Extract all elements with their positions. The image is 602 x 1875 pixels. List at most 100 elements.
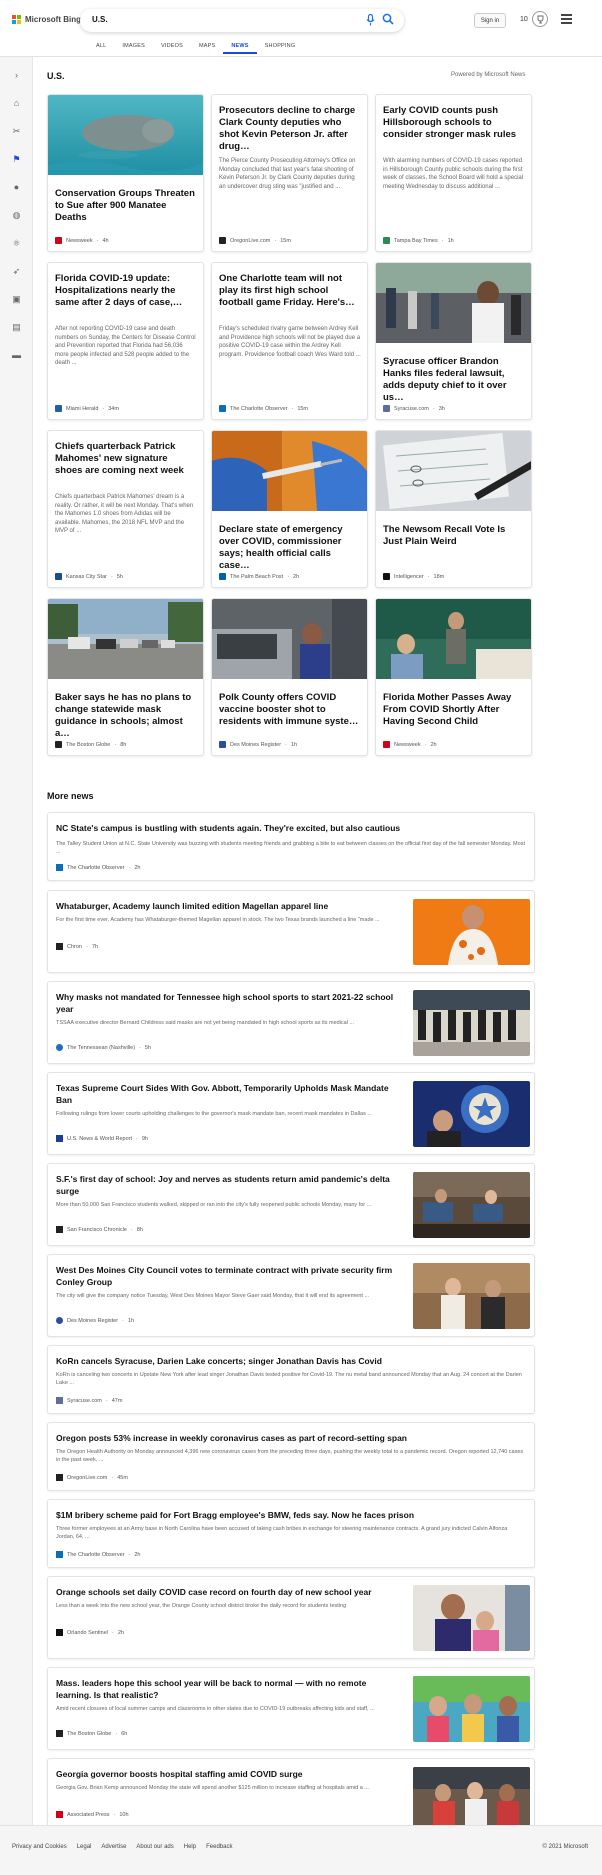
card-title[interactable]: One Charlotte team will not play its fir…	[219, 273, 361, 309]
news-row[interactable]: Whataburger, Academy launch limited edit…	[47, 890, 535, 973]
tab-videos[interactable]: VIDEOS	[153, 42, 191, 54]
news-card[interactable]: Polk County offers COVID vaccine booster…	[211, 598, 368, 756]
card-source: The Boston Globe · 8h	[55, 741, 126, 748]
us-flag-icon[interactable]: ⚑	[10, 153, 23, 166]
kids-masks-photo	[413, 1676, 530, 1742]
globe-icon[interactable]: ◍	[10, 209, 23, 222]
news-row[interactable]: Why masks not mandated for Tennessee hig…	[47, 981, 535, 1064]
row-title[interactable]: KoRn cancels Syracuse, Darien Lake conce…	[56, 1355, 526, 1367]
tab-maps[interactable]: MAPS	[191, 42, 223, 54]
collapse-arrow-icon[interactable]: ›	[10, 69, 23, 82]
rewards-trophy-icon[interactable]	[532, 11, 548, 27]
source-favicon	[219, 573, 226, 580]
news-card[interactable]: Early COVID counts push Hillsborough sch…	[375, 94, 532, 252]
tab-images[interactable]: IMAGES	[114, 42, 153, 54]
news-row[interactable]: Mass. leaders hope this school year will…	[47, 1667, 535, 1750]
cars-line-photo	[48, 599, 203, 679]
source-favicon	[56, 1730, 63, 1737]
row-title[interactable]: Georgia governor boosts hospital staffin…	[56, 1768, 401, 1780]
footer-link-advertise[interactable]: Advertise	[101, 1844, 126, 1850]
news-card[interactable]: Conservation Groups Threaten to Sue afte…	[47, 94, 204, 252]
row-source: The Charlotte Observer · 2h	[56, 1551, 140, 1558]
sign-in-button[interactable]: Sign in	[474, 13, 506, 28]
card-snippet: With alarming numbers of COVID-19 cases …	[383, 158, 524, 190]
row-title[interactable]: Whataburger, Academy launch limited edit…	[56, 900, 401, 912]
classroom-photo	[376, 599, 531, 679]
news-row[interactable]: S.F.'s first day of school: Joy and nerv…	[47, 1163, 535, 1246]
news-card[interactable]: Prosecutors decline to charge Clark Coun…	[211, 94, 368, 252]
card-title[interactable]: Syracuse officer Brandon Hanks files fed…	[383, 356, 525, 404]
news-row[interactable]: $1M bribery scheme paid for Fort Bragg e…	[47, 1499, 535, 1568]
card-title[interactable]: Florida Mother Passes Away From COVID Sh…	[383, 692, 525, 728]
footer-link-legal[interactable]: Legal	[77, 1844, 92, 1850]
card-title[interactable]: Early COVID counts push Hillsborough sch…	[383, 105, 525, 141]
news-card[interactable]: The Newsom Recall Vote Is Just Plain Wei…	[375, 430, 532, 588]
card-title[interactable]: Chiefs quarterback Patrick Mahomes' new …	[55, 441, 197, 477]
rewards-points[interactable]: 10	[520, 16, 528, 23]
business-icon[interactable]: ▤	[10, 321, 23, 334]
footer-link-help[interactable]: Help	[184, 1844, 196, 1850]
search-input[interactable]: U.S.	[92, 15, 108, 24]
tab-shopping[interactable]: SHOPPING	[257, 42, 304, 54]
row-title[interactable]: NC State's campus is bustling with stude…	[56, 822, 526, 834]
copyright: © 2021 Microsoft	[542, 1844, 588, 1850]
row-title[interactable]: Texas Supreme Court Sides With Gov. Abbo…	[56, 1082, 401, 1106]
rocket-icon[interactable]: ➶	[10, 265, 23, 278]
entertainment-icon[interactable]: ▣	[10, 293, 23, 306]
source-favicon	[383, 741, 390, 748]
row-title[interactable]: West Des Moines City Council votes to te…	[56, 1264, 401, 1288]
source-favicon	[56, 943, 63, 950]
row-snippet: The Oregon Health Authority on Monday an…	[56, 1449, 524, 1463]
news-card[interactable]: Syracuse officer Brandon Hanks files fed…	[375, 262, 532, 420]
news-row[interactable]: Texas Supreme Court Sides With Gov. Abbo…	[47, 1072, 535, 1155]
news-row[interactable]: NC State's campus is bustling with stude…	[47, 812, 535, 881]
news-row[interactable]: West Des Moines City Council votes to te…	[47, 1254, 535, 1337]
money-icon[interactable]: ▬	[10, 349, 23, 362]
source-favicon	[56, 1135, 63, 1142]
card-title[interactable]: Florida COVID-19 update: Hospitalization…	[55, 273, 197, 309]
powered-by-label[interactable]: Powered by Microsoft News	[451, 72, 525, 78]
footer-link-feedback[interactable]: Feedback	[206, 1844, 232, 1850]
card-snippet: The Pierce County Prosecuting Attorney's…	[219, 158, 356, 190]
tools-icon[interactable]: ✂	[10, 125, 23, 138]
tab-news[interactable]: NEWS	[223, 42, 257, 54]
card-title[interactable]: Declare state of emergency over COVID, c…	[219, 524, 361, 572]
home-icon[interactable]: ⌂	[10, 97, 23, 110]
news-card[interactable]: Baker says he has no plans to change sta…	[47, 598, 204, 756]
news-card[interactable]: Declare state of emergency over COVID, c…	[211, 430, 368, 588]
row-source: OregonLive.com · 45m	[56, 1474, 128, 1481]
news-row[interactable]: Orange schools set daily COVID case reco…	[47, 1576, 535, 1659]
row-snippet: KoRn is canceling two concerts in Upstat…	[56, 1372, 522, 1386]
card-title[interactable]: Polk County offers COVID vaccine booster…	[219, 692, 361, 728]
section-title: U.S.	[47, 71, 65, 81]
news-card[interactable]: Florida Mother Passes Away From COVID Sh…	[375, 598, 532, 756]
search-icon[interactable]	[382, 13, 396, 27]
footer-link-about-ads[interactable]: About our ads	[136, 1844, 173, 1850]
search-box[interactable]: U.S.	[80, 9, 404, 32]
news-row[interactable]: Oregon posts 53% increase in weekly coro…	[47, 1422, 535, 1491]
bing-logo[interactable]: Microsoft Bing	[12, 15, 81, 24]
menu-icon[interactable]	[561, 14, 572, 24]
science-icon[interactable]: ⚛	[10, 237, 23, 250]
apparel-photo	[413, 899, 530, 965]
row-title[interactable]: Orange schools set daily COVID case reco…	[56, 1586, 401, 1598]
card-title[interactable]: Prosecutors decline to charge Clark Coun…	[219, 105, 361, 153]
card-title[interactable]: Conservation Groups Threaten to Sue afte…	[55, 188, 197, 224]
card-source: Syracuse.com · 3h	[383, 405, 445, 412]
row-title[interactable]: $1M bribery scheme paid for Fort Bragg e…	[56, 1509, 526, 1521]
row-title[interactable]: Why masks not mandated for Tennessee hig…	[56, 991, 401, 1015]
row-title[interactable]: Mass. leaders hope this school year will…	[56, 1677, 401, 1701]
news-card[interactable]: Chiefs quarterback Patrick Mahomes' new …	[47, 430, 204, 588]
news-row[interactable]: KoRn cancels Syracuse, Darien Lake conce…	[47, 1345, 535, 1414]
microphone-icon[interactable]	[366, 13, 378, 27]
news-card[interactable]: Florida COVID-19 update: Hospitalization…	[47, 262, 204, 420]
card-title[interactable]: The Newsom Recall Vote Is Just Plain Wei…	[383, 524, 525, 548]
tab-all[interactable]: ALL	[88, 42, 114, 54]
card-title[interactable]: Baker says he has no plans to change sta…	[55, 692, 197, 740]
location-pin-icon[interactable]: ●	[10, 181, 23, 194]
news-card[interactable]: One Charlotte team will not play its fir…	[211, 262, 368, 420]
row-title[interactable]: S.F.'s first day of school: Joy and nerv…	[56, 1173, 401, 1197]
row-title[interactable]: Oregon posts 53% increase in weekly coro…	[56, 1432, 526, 1444]
card-snippet: Chiefs quarterback Patrick Mahomes' drea…	[55, 494, 194, 534]
footer-link-privacy[interactable]: Privacy and Cookies	[12, 1844, 67, 1850]
